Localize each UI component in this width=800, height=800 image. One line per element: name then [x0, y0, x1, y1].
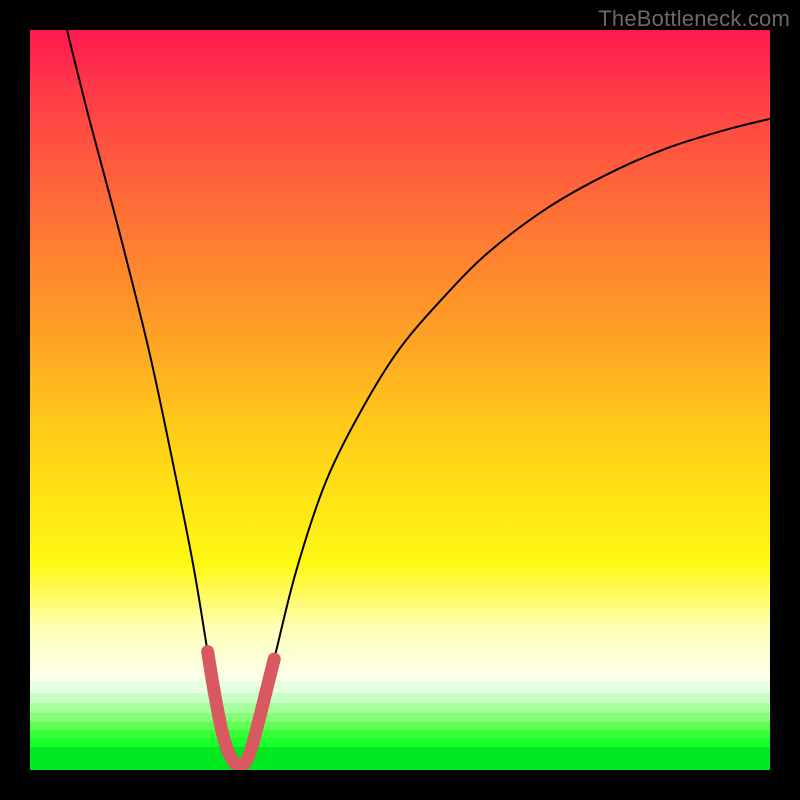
chart-frame: TheBottleneck.com	[0, 0, 800, 800]
bottleneck-curve	[67, 30, 770, 766]
watermark-text: TheBottleneck.com	[598, 6, 790, 32]
curve-svg	[30, 30, 770, 770]
plot-area	[30, 30, 770, 770]
highlight-segment	[208, 652, 275, 767]
